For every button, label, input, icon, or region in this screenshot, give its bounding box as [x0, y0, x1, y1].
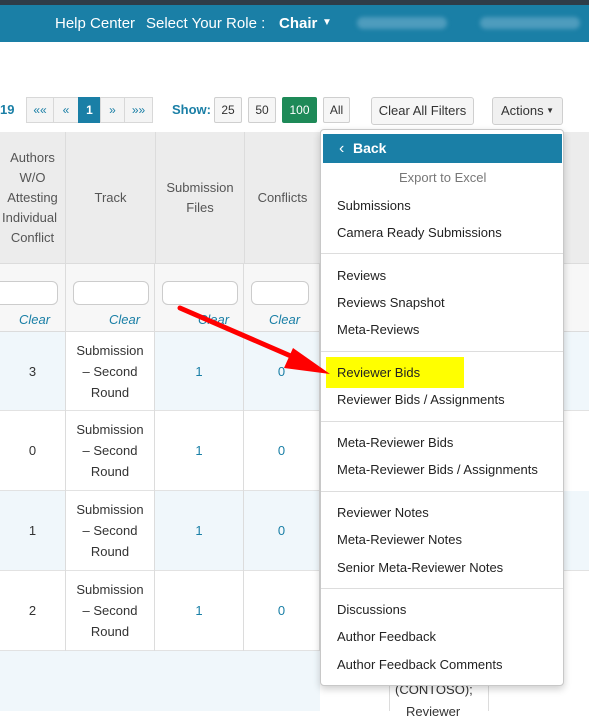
red-arrow-icon: [177, 305, 330, 374]
